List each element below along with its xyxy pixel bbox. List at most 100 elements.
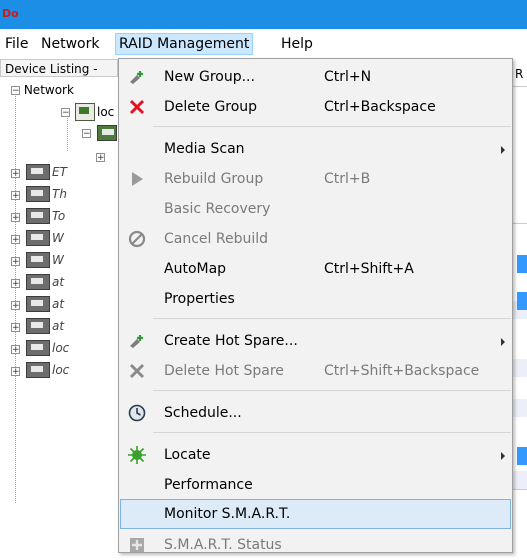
menu-item-label: Cancel Rebuild [164,231,269,247]
raid-management-menu: New Group... Ctrl+N Delete Group Ctrl+Ba… [118,58,513,553]
expand-icon[interactable]: + [11,213,20,223]
menu-item-media-scan[interactable]: Media Scan [120,134,511,164]
menu-item-smart-status[interactable]: S.M.A.R.T. Status [120,530,511,560]
grid-row[interactable] [511,359,527,377]
grid-selected-row[interactable] [517,447,527,465]
menu-separator [153,390,511,391]
menu-item-delete-group[interactable]: Delete Group Ctrl+Backspace [120,92,511,122]
expand-icon[interactable]: + [11,257,20,267]
menu-item-performance[interactable]: Performance [120,470,511,500]
tree-node-device[interactable]: + [11,208,20,226]
expand-icon[interactable]: + [11,345,20,355]
tree-node-device[interactable]: + [11,340,20,358]
smart-status-icon [130,538,144,552]
storage-device-icon [26,252,50,268]
tree-node-host-label: loc [97,105,115,119]
menu-item-new-group[interactable]: New Group... Ctrl+N [120,62,511,92]
menu-item-shortcut: Ctrl+B [324,171,371,187]
tree-node-device-label: loc [52,363,70,377]
storage-device-icon [26,186,50,202]
menu-item-locate[interactable]: Locate [120,440,511,470]
menu-item-label: New Group... [164,69,255,85]
cancel-icon [128,230,146,248]
storage-device-icon [26,340,50,356]
menu-item-label: Delete Hot Spare [164,363,284,379]
expand-icon[interactable]: + [11,367,20,377]
tree-node-device[interactable]: + [11,164,20,182]
menu-item-label: AutoMap [164,261,227,277]
collapse-icon[interactable]: − [82,129,91,139]
menu-item-label: Monitor S.M.A.R.T. [164,506,291,522]
menu-item-automap[interactable]: AutoMap Ctrl+Shift+A [120,254,511,284]
menu-item-label: Schedule... [164,405,242,421]
expand-icon[interactable]: + [11,235,20,245]
menu-separator [153,126,511,127]
menu-item-create-hot-spare[interactable]: Create Hot Spare... [120,326,511,356]
tree-node-child[interactable]: + [96,148,105,166]
menu-item-shortcut: Ctrl+Shift+A [324,261,414,277]
menu-item-label: Create Hot Spare... [164,333,298,349]
menu-item-rebuild-group[interactable]: Rebuild Group Ctrl+B [120,164,511,194]
menu-network[interactable]: Network [38,34,102,54]
grid-divider [511,489,527,490]
device-listing-header: Device Listing - [0,59,118,77]
submenu-arrow-icon [501,338,505,346]
tree-node-network-label: Network [23,83,74,97]
storage-device-icon [26,296,50,312]
grid-row[interactable] [511,399,527,417]
menu-separator [153,318,511,319]
tree-node-device[interactable]: + [11,362,20,380]
menu-item-cancel-rebuild[interactable]: Cancel Rebuild [120,224,511,254]
menu-item-monitor-smart[interactable]: Monitor S.M.A.R.T. [120,499,511,529]
device-listing-pane: Device Listing - − Network − loc − + + E… [0,59,120,550]
expand-icon[interactable]: + [11,279,20,289]
storage-device-icon [26,164,50,180]
tree-node-device-label: To [52,209,66,223]
menu-separator [153,432,511,433]
tree-node-device-label: W [52,253,64,267]
expand-icon[interactable]: + [11,191,20,201]
menu-item-label: Rebuild Group [164,171,264,187]
menu-item-properties[interactable]: Properties [120,284,511,314]
title-bar: Do [0,0,527,29]
menu-bar: File Network RAID Management Help [0,29,527,59]
menu-item-label: S.M.A.R.T. Status [164,537,282,553]
tree-node-device-label: W [52,231,64,245]
storage-device-icon [26,208,50,224]
collapse-icon[interactable]: − [61,108,70,118]
storage-device-icon [26,318,50,334]
tree-node-device[interactable]: + [11,274,20,292]
expand-icon[interactable]: + [96,153,105,163]
tree-node-network[interactable]: − Network [11,81,74,99]
tree-node-device[interactable]: + [11,296,20,314]
tree-node-device[interactable]: + [11,318,20,336]
menu-item-schedule[interactable]: Schedule... [120,398,511,428]
grid-selected-row[interactable] [517,255,527,273]
expand-icon[interactable]: + [11,169,20,179]
grid-row[interactable] [511,471,527,489]
delete-icon [129,99,145,115]
collapse-icon[interactable]: − [11,86,20,96]
submenu-arrow-icon [501,146,505,154]
menu-item-shortcut: Ctrl+Shift+Backspace [324,363,480,379]
play-icon [132,172,143,186]
grid-selected-row[interactable] [517,292,527,310]
tree-node-device[interactable]: + [11,230,20,248]
menu-item-basic-recovery[interactable]: Basic Recovery [120,194,511,224]
expand-icon[interactable]: + [11,301,20,311]
tree-node-device-label: at [52,275,65,289]
menu-item-label: Delete Group [164,99,258,115]
expand-icon[interactable]: + [11,323,20,333]
menu-item-delete-hot-spare[interactable]: Delete Hot Spare Ctrl+Shift+Backspace [120,356,511,386]
tree-node-device[interactable]: + [11,252,20,270]
tree-node-device[interactable]: + [11,186,20,204]
tree-node-host[interactable]: − [61,103,70,121]
menu-raid-management[interactable]: RAID Management [115,33,254,55]
storage-device-icon [26,274,50,290]
menu-item-label: Basic Recovery [164,201,271,217]
tree-node-subgroup[interactable]: − [82,124,91,142]
menu-item-label: Locate [164,447,211,463]
app-icon: Do [2,7,19,20]
menu-file[interactable]: File [2,34,31,54]
menu-help[interactable]: Help [278,34,316,54]
